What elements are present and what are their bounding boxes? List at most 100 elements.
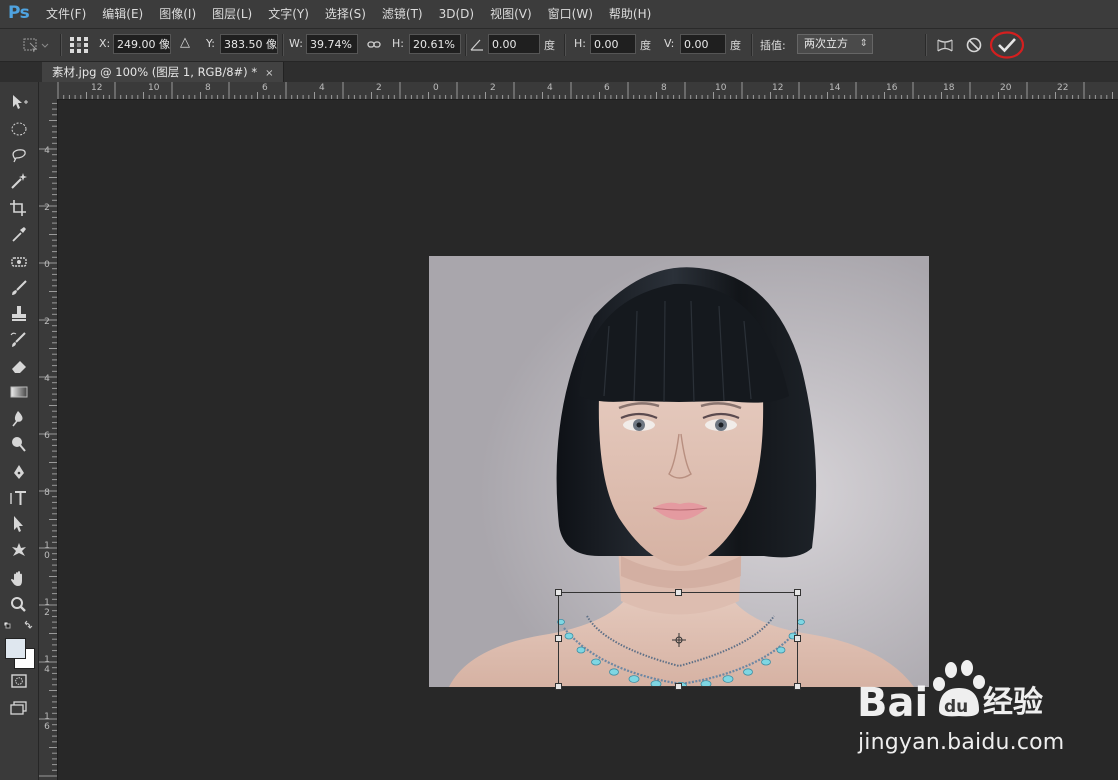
gradient-tool-icon[interactable] (8, 382, 30, 402)
relative-position-icon[interactable]: △ (180, 35, 190, 50)
lasso-tool-icon[interactable] (8, 145, 30, 165)
vskew-unit: 度 (730, 39, 741, 52)
options-separator (751, 34, 753, 56)
ruler-tick-label: 2 (376, 83, 382, 93)
commit-transform-icon[interactable] (988, 30, 1026, 60)
hand-tool-icon[interactable] (8, 569, 30, 589)
type-tool-icon[interactable] (8, 488, 30, 508)
menu-bar: Ps 文件(F) 编辑(E) 图像(I) 图层(L) 文字(Y) 选择(S) 滤… (0, 0, 1118, 29)
ruler-origin[interactable] (39, 82, 58, 100)
horizontal-ruler[interactable]: 12 10 8 6 4 2 0 2 4 6 8 10 12 14 16 18 2… (57, 82, 1118, 100)
vskew-label: V: (664, 37, 675, 50)
path-selection-icon[interactable] (8, 514, 30, 534)
vertical-ruler[interactable]: 4 2 0 2 4 6 8 10 12 14 16 (39, 99, 58, 780)
ruler-tick-label: 6 (44, 431, 50, 441)
menu-edit[interactable]: 编辑(E) (94, 6, 151, 22)
menu-help[interactable]: 帮助(H) (601, 6, 659, 22)
foreground-color-swatch[interactable] (5, 638, 26, 659)
rotation-field[interactable]: 0.00 (488, 34, 540, 54)
options-separator (925, 34, 927, 56)
transform-handle-bottom[interactable] (675, 683, 682, 690)
dodge-tool-icon[interactable] (8, 434, 30, 454)
crop-tool-icon[interactable] (8, 198, 30, 218)
magic-wand-icon[interactable] (8, 171, 30, 191)
menu-window[interactable]: 窗口(W) (540, 6, 601, 22)
interpolation-select[interactable]: 两次立方 (797, 34, 873, 54)
custom-shape-icon[interactable] (8, 540, 30, 560)
move-tool-icon[interactable] (8, 92, 30, 112)
ruler-tick-label: 0 (44, 260, 50, 270)
ruler-tick-label: 16 (44, 712, 50, 732)
ruler-tick-label: 4 (44, 146, 50, 156)
x-position-field[interactable]: 249.00 像 (113, 34, 171, 54)
menu-3d[interactable]: 3D(D) (431, 6, 482, 22)
brush-tool-icon[interactable] (8, 278, 30, 298)
ruler-tick-label: 4 (44, 374, 50, 384)
clone-stamp-icon[interactable] (8, 304, 30, 324)
close-tab-icon[interactable]: × (265, 68, 273, 79)
blur-tool-icon[interactable] (8, 408, 30, 428)
vertical-skew-field[interactable]: 0.00 (680, 34, 726, 54)
width-field[interactable]: 39.74% (306, 34, 358, 54)
menu-view[interactable]: 视图(V) (482, 6, 540, 22)
transform-handle-right[interactable] (794, 635, 801, 642)
ruler-tick-label: 16 (886, 83, 898, 93)
healing-brush-icon[interactable] (8, 252, 30, 272)
y-position-field[interactable]: 383.50 像 (220, 34, 278, 54)
transform-center-icon[interactable] (672, 633, 686, 647)
zoom-tool-icon[interactable] (8, 595, 30, 615)
height-field[interactable]: 20.61% (409, 34, 461, 54)
reference-point-icon[interactable] (69, 36, 89, 54)
menu-layer[interactable]: 图层(L) (204, 6, 260, 22)
warp-mode-icon[interactable] (935, 36, 955, 54)
elliptical-marquee-icon[interactable] (8, 119, 30, 139)
menu-filter[interactable]: 滤镜(T) (374, 6, 431, 22)
angle-icon (470, 39, 483, 51)
cancel-transform-icon[interactable] (965, 36, 983, 54)
menu-image[interactable]: 图像(I) (151, 6, 204, 22)
hskew-unit: 度 (640, 39, 651, 52)
eraser-tool-icon[interactable] (8, 356, 30, 376)
rotation-unit: 度 (544, 39, 555, 52)
transform-handle-bottom-left[interactable] (555, 683, 562, 690)
document-tab-title: 素材.jpg @ 100% (图层 1, RGB/8#) * (52, 65, 258, 79)
menu-select[interactable]: 选择(S) (317, 6, 374, 22)
screen-mode-icon[interactable] (8, 698, 30, 718)
hskew-label: H: (574, 37, 586, 50)
menu-items: 文件(F) 编辑(E) 图像(I) 图层(L) 文字(Y) 选择(S) 滤镜(T… (38, 6, 659, 22)
watermark-url: jingyan.baidu.com (858, 730, 1065, 755)
eyedropper-icon[interactable] (8, 224, 30, 244)
transform-handle-left[interactable] (555, 635, 562, 642)
x-label: X: (99, 37, 111, 50)
free-transform-box[interactable] (555, 589, 801, 690)
ruler-tick-label: 4 (547, 83, 553, 93)
h-label: H: (392, 37, 404, 50)
interpolation-label: 插值: (760, 39, 786, 52)
swap-colors-icon[interactable] (3, 620, 35, 632)
ruler-tick-label: 2 (44, 203, 50, 213)
ruler-tick-label: 14 (829, 83, 841, 93)
transform-handle-bottom-right[interactable] (794, 683, 801, 690)
quick-mask-icon[interactable] (8, 671, 30, 691)
pen-tool-icon[interactable] (8, 462, 30, 482)
link-icon[interactable] (367, 39, 381, 51)
ruler-tick-label: 4 (319, 83, 325, 93)
transform-tool-icon[interactable] (22, 37, 50, 53)
document-tab[interactable]: 素材.jpg @ 100% (图层 1, RGB/8#) * × (42, 62, 285, 82)
ruler-tick-label: 12 (44, 598, 50, 618)
transform-handle-top[interactable] (675, 589, 682, 596)
watermark-bai: Bai (857, 680, 928, 720)
ruler-tick-label: 6 (604, 83, 610, 93)
menu-file[interactable]: 文件(F) (38, 6, 94, 22)
menu-type[interactable]: 文字(Y) (260, 6, 317, 22)
ruler-tick-label: 22 (1057, 83, 1069, 93)
watermark-jingyan: 经验 (983, 685, 1043, 720)
ruler-tick-label: 2 (490, 83, 496, 93)
ruler-tick-label: 10 (148, 83, 160, 93)
transform-handle-top-left[interactable] (555, 589, 562, 596)
horizontal-skew-field[interactable]: 0.00 (590, 34, 636, 54)
ruler-tick-label: 8 (205, 83, 211, 93)
transform-handle-top-right[interactable] (794, 589, 801, 596)
horizontal-ruler-ticks (57, 82, 1113, 99)
history-brush-icon[interactable] (8, 330, 30, 350)
